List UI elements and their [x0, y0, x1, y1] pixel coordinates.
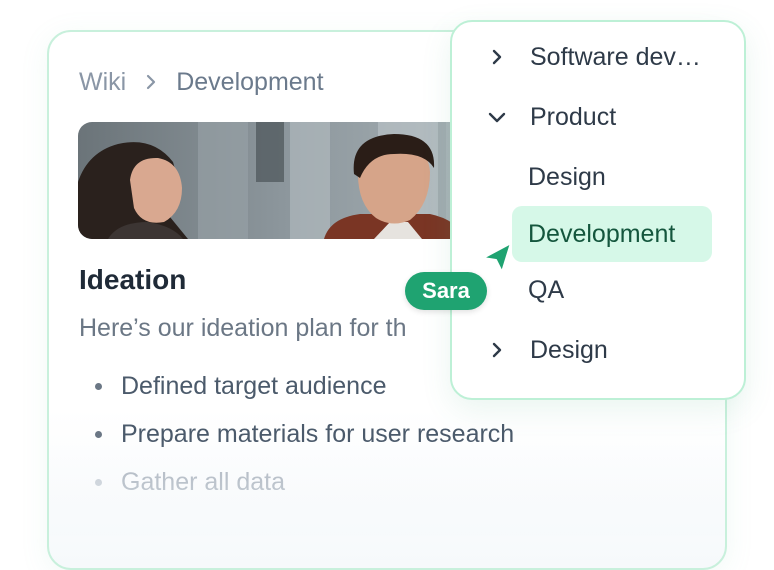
tree-item-qa[interactable]: QA — [528, 262, 564, 318]
tree-item-label: Development — [528, 219, 676, 248]
tree-item-label: Product — [530, 102, 617, 131]
tree-item-label: Design — [530, 335, 608, 364]
bullet-icon — [95, 431, 102, 438]
bullet-icon — [95, 383, 102, 390]
tree-item-design-group[interactable]: Design — [484, 322, 608, 378]
breadcrumb: Wiki Development — [79, 66, 324, 98]
page-title: Ideation — [79, 264, 187, 295]
chevron-right-icon — [142, 73, 160, 91]
tree-item-design[interactable]: Design — [528, 149, 606, 205]
chevron-right-icon[interactable] — [484, 44, 510, 70]
tree-item-software-dev[interactable]: Software dev… — [484, 29, 701, 85]
page-description: Here’s our ideation plan for th — [79, 314, 407, 342]
bullet-list: Defined target audience Prepare material… — [95, 370, 514, 514]
cover-image — [78, 122, 498, 239]
collaborator-name-badge: Sara — [405, 272, 487, 310]
tree-item-label: Software dev… — [530, 42, 701, 71]
list-item: Prepare materials for user research — [95, 418, 514, 466]
breadcrumb-current: Development — [176, 67, 324, 96]
chevron-down-icon[interactable] — [484, 104, 510, 130]
chevron-right-icon[interactable] — [484, 337, 510, 363]
list-item: Gather all data — [95, 466, 514, 514]
breadcrumb-wiki-link[interactable]: Wiki — [79, 68, 126, 97]
bullet-icon — [95, 479, 102, 486]
tree-item-label: QA — [528, 275, 565, 304]
tree-item-development-selected[interactable]: Development — [512, 206, 712, 262]
tree-item-label: Design — [528, 162, 606, 191]
collaborator-cursor-icon — [480, 240, 514, 274]
tree-item-product[interactable]: Product — [484, 89, 616, 145]
